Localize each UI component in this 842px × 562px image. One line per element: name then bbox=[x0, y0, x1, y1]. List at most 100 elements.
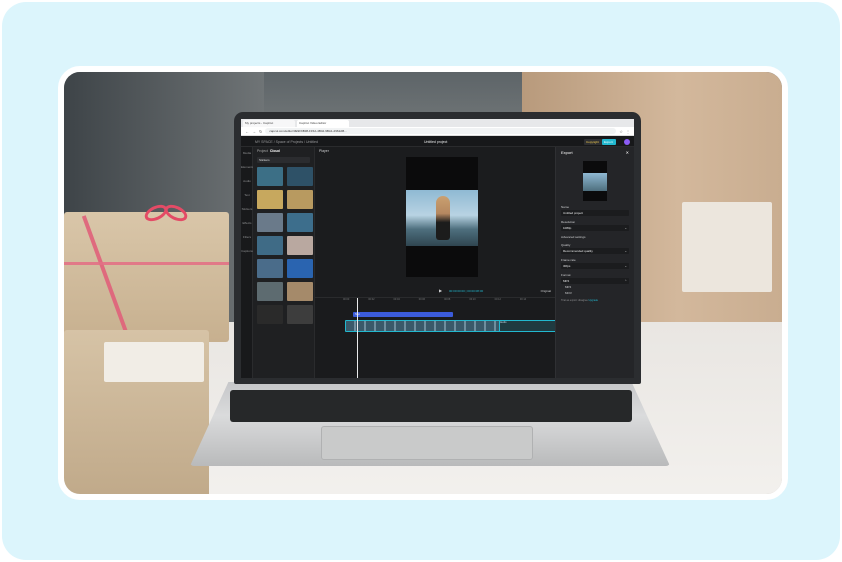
media-thumbnail[interactable] bbox=[287, 167, 313, 186]
timecode: 00:00:00:00 | 00:00:08:00 bbox=[449, 289, 484, 293]
ruler-tick: 00:02 bbox=[368, 298, 375, 301]
upgrade-link[interactable]: Upgrade bbox=[588, 299, 598, 302]
field-value: MP4 bbox=[563, 279, 570, 283]
media-panel: Project Cloud Stickers bbox=[253, 147, 315, 378]
field-value: 1080p bbox=[563, 226, 572, 230]
forward-icon[interactable]: → bbox=[252, 129, 256, 134]
laptop-keyboard bbox=[230, 390, 632, 422]
field-label: Format bbox=[561, 273, 571, 277]
media-tabs: Project Cloud bbox=[253, 147, 314, 155]
player-title: Player bbox=[319, 149, 329, 153]
reload-icon[interactable]: ↻ bbox=[259, 129, 262, 134]
star-icon[interactable]: ☆ bbox=[619, 129, 623, 134]
browser-tab[interactable]: My projects - CapCut bbox=[243, 120, 295, 127]
chevron-up-icon: ⌃ bbox=[624, 279, 627, 283]
menu-icon[interactable]: ⋮ bbox=[626, 129, 630, 134]
breadcrumb[interactable]: MY SPACE / Space of Projects / Untitled bbox=[255, 140, 318, 144]
avatar[interactable] bbox=[624, 139, 630, 145]
editor-topbar: MY SPACE / Space of Projects / Untitled … bbox=[241, 136, 634, 147]
laptop-screen: My projects - CapCut CapCut Video Editor… bbox=[234, 112, 641, 384]
timeline-ruler[interactable]: 00:00 00:02 00:04 00:06 00:08 00:10 00:1… bbox=[315, 298, 555, 304]
ruler-tick: 00:10 bbox=[469, 298, 476, 301]
address-bar[interactable]: capcut.com/editor/3E9F9B38-F15A-4B42-9BA… bbox=[265, 128, 617, 134]
rail-item-stickers[interactable]: Stickers bbox=[241, 203, 253, 217]
player-panel: Player ▶ 00:00:00:00 | 00:00:08:00 Origi… bbox=[315, 147, 555, 297]
media-thumbnail[interactable] bbox=[287, 236, 313, 255]
tab-cloud[interactable]: Cloud bbox=[270, 149, 280, 153]
browser-tabs: My projects - CapCut CapCut Video Editor bbox=[241, 119, 634, 127]
media-grid bbox=[253, 165, 314, 326]
export-note: Trial as export: disagree Upgrade bbox=[561, 299, 629, 302]
media-thumbnail[interactable] bbox=[287, 190, 313, 209]
video-canvas[interactable] bbox=[406, 157, 478, 277]
export-thumbnail bbox=[583, 161, 607, 201]
name-field[interactable]: Untitled project bbox=[561, 210, 629, 216]
media-thumbnail[interactable] bbox=[257, 167, 283, 186]
ruler-tick: 00:00 bbox=[343, 298, 350, 301]
media-thumbnail[interactable] bbox=[257, 305, 283, 324]
export-title: Export bbox=[561, 150, 573, 155]
field-label: Name bbox=[561, 205, 570, 209]
hero-photo: My projects - CapCut CapCut Video Editor… bbox=[58, 66, 788, 500]
field-label: Frame rate bbox=[561, 258, 576, 262]
field-value: 30fps bbox=[563, 264, 571, 268]
field-value: Untitled project bbox=[563, 211, 584, 215]
field-value: Recommended quality bbox=[563, 249, 593, 253]
laptop-touchpad bbox=[321, 426, 533, 460]
media-thumbnail[interactable] bbox=[257, 213, 283, 232]
page-frame: My projects - CapCut CapCut Video Editor… bbox=[2, 2, 840, 560]
media-thumbnail[interactable] bbox=[287, 305, 313, 324]
rail-item-audio[interactable]: Audio bbox=[241, 175, 253, 189]
media-thumbnail[interactable] bbox=[257, 282, 283, 301]
export-header: Export ✕ bbox=[561, 150, 629, 155]
background-box bbox=[682, 202, 772, 292]
media-thumbnail[interactable] bbox=[287, 282, 313, 301]
playhead[interactable] bbox=[357, 298, 358, 378]
export-note-text: Trial as export: disagree bbox=[561, 299, 588, 302]
text-track-clip[interactable]: Text bbox=[353, 312, 453, 317]
media-thumbnail[interactable] bbox=[257, 190, 283, 209]
media-thumbnail[interactable] bbox=[287, 259, 313, 278]
browser-toolbar: ← → ↻ capcut.com/editor/3E9F9B38-F15A-4B… bbox=[241, 127, 634, 136]
advanced-settings[interactable]: Advanced settings bbox=[561, 235, 629, 239]
media-thumbnail[interactable] bbox=[287, 213, 313, 232]
media-filter-select[interactable]: Stickers bbox=[257, 157, 310, 163]
quality-select[interactable]: Recommended quality ⌄ bbox=[561, 248, 629, 254]
back-icon[interactable]: ← bbox=[245, 129, 249, 134]
rail-item-media[interactable]: Media bbox=[241, 147, 253, 161]
ruler-tick: 00:14 bbox=[519, 298, 527, 301]
ruler-tick: 00:06 bbox=[418, 298, 426, 301]
media-thumbnail[interactable] bbox=[257, 236, 283, 255]
frame-rate-select[interactable]: 30fps ⌄ bbox=[561, 263, 629, 269]
ruler-tick: 00:08 bbox=[444, 298, 451, 301]
player-controls: ▶ 00:00:00:00 | 00:00:08:00 Original bbox=[319, 287, 551, 295]
video-frame bbox=[406, 190, 478, 246]
export-button[interactable]: Export bbox=[602, 139, 616, 145]
field-label: Resolution bbox=[561, 220, 576, 224]
rail-item-text[interactable]: Text bbox=[241, 189, 253, 203]
close-icon[interactable]: ✕ bbox=[626, 150, 629, 155]
format-option[interactable]: MOV bbox=[561, 290, 629, 296]
woman-figure bbox=[436, 196, 450, 240]
tool-rail: Media Elements Audio Text Stickers Effec… bbox=[241, 147, 254, 378]
project-title[interactable]: Untitled project bbox=[424, 140, 447, 144]
tab-project[interactable]: Project bbox=[257, 149, 268, 153]
timeline-panel: 00:00 00:02 00:04 00:06 00:08 00:10 00:1… bbox=[315, 297, 600, 378]
resolution-select[interactable]: 1080p ⌄ bbox=[561, 225, 629, 231]
rail-item-filters[interactable]: Filters bbox=[241, 231, 253, 245]
rail-item-elements[interactable]: Elements bbox=[241, 161, 254, 175]
chevron-down-icon: ⌄ bbox=[624, 249, 627, 253]
editor-app: MY SPACE / Space of Projects / Untitled … bbox=[241, 136, 634, 378]
ratio-selector[interactable]: Original bbox=[541, 289, 551, 293]
shipping-label bbox=[104, 342, 204, 382]
rail-item-effects[interactable]: Effects bbox=[241, 217, 253, 231]
rail-item-captions[interactable]: Captions bbox=[241, 245, 253, 259]
play-icon[interactable]: ▶ bbox=[439, 288, 442, 293]
media-thumbnail[interactable] bbox=[257, 259, 283, 278]
field-label: Quality bbox=[561, 243, 571, 247]
ribbon-bow bbox=[142, 201, 190, 226]
browser-tab-active[interactable]: CapCut Video Editor bbox=[297, 120, 349, 127]
copyright-button[interactable]: Copyright bbox=[584, 139, 604, 145]
export-panel: Export ✕ Name Untitled project Resolutio… bbox=[555, 147, 634, 378]
twine-horizontal bbox=[64, 262, 229, 265]
